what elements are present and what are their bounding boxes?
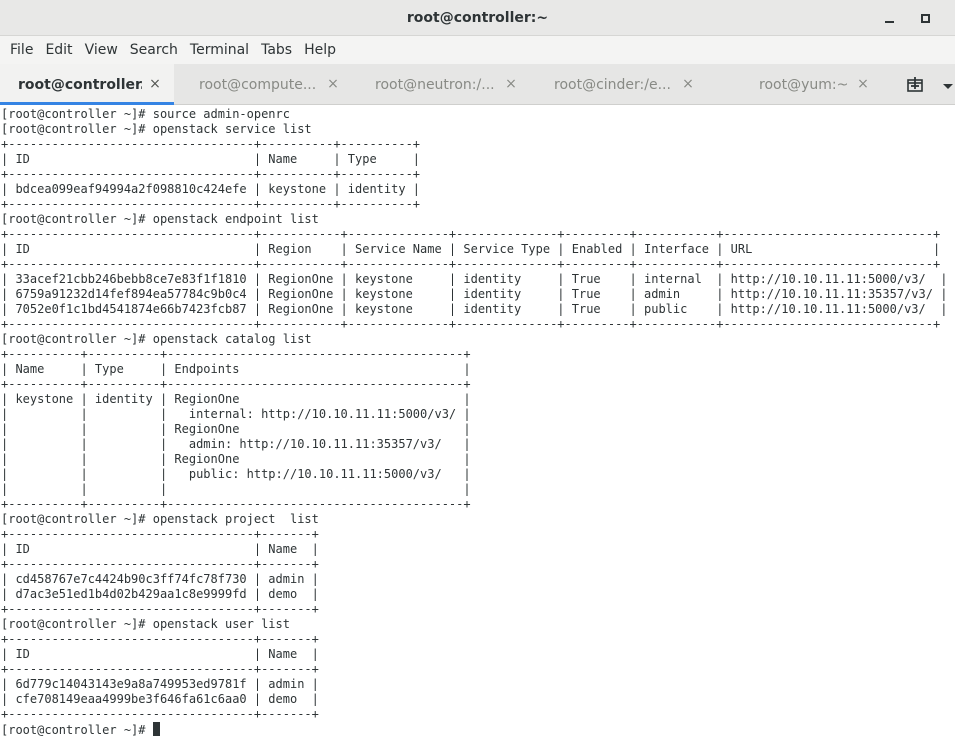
terminal-line: +----------+----------+-----------------…: [1, 377, 471, 391]
terminal-line: [root@controller ~]# openstack catalog l…: [1, 332, 312, 346]
terminal-line: +----------------------------------+----…: [1, 602, 319, 616]
terminal-line: +----------------------------------+----…: [1, 527, 319, 541]
terminal-line: +----------+----------+-----------------…: [1, 497, 471, 511]
close-icon: ×: [327, 76, 339, 92]
close-icon: ×: [682, 76, 694, 92]
menu-edit[interactable]: Edit: [39, 36, 78, 64]
menu-file[interactable]: File: [4, 36, 39, 64]
terminal-line: | | | public: http://10.10.11.11:5000/v3…: [1, 467, 471, 481]
terminal-line: | | | admin: http://10.10.11.11:35357/v3…: [1, 437, 471, 451]
tab-cinder[interactable]: root@cinder:/e... ×: [527, 64, 703, 105]
terminal-line: +----------+----------+-----------------…: [1, 347, 471, 361]
tab-neutron[interactable]: root@neutron:/... ×: [349, 64, 527, 105]
tab-label: root@neutron:/...: [375, 76, 495, 93]
terminal-line: | ID | Region | Service Name | Service T…: [1, 242, 941, 256]
terminal-line: | d7ac3e51ed1b4d02b429aa1c8e9999fd | dem…: [1, 587, 319, 601]
window-title: root@controller:~: [406, 10, 549, 26]
tab-close-button[interactable]: ×: [680, 76, 696, 92]
scrollbar[interactable]: [948, 106, 955, 745]
terminal-line: | cd458767e7c4424b90c3ff74fc78f730 | adm…: [1, 572, 319, 586]
terminal-line: | Name | Type | Endpoints |: [1, 362, 471, 376]
terminal-line: [root@controller ~]# openstack service l…: [1, 122, 312, 136]
menu-help[interactable]: Help: [298, 36, 342, 64]
tab-compute[interactable]: root@compute... ×: [174, 64, 349, 105]
tab-label: root@controller...: [18, 76, 142, 93]
tab-close-button[interactable]: ×: [855, 76, 871, 92]
terminal-line: | 6759a91232d14fef894ea57784c9b0c4 | Reg…: [1, 287, 948, 301]
terminal-line: +----------------------------------+----…: [1, 632, 319, 646]
tab-close-button[interactable]: ×: [147, 76, 163, 92]
terminal-line: +----------------------------------+----…: [1, 227, 941, 241]
terminal-line: +----------------------------------+----…: [1, 662, 319, 676]
terminal-line: | 7052e0f1c1bd4541874e66b7423fcb87 | Reg…: [1, 302, 948, 316]
close-icon: ×: [505, 76, 517, 92]
maximize-button[interactable]: [913, 6, 937, 30]
terminal-prompt: [root@controller ~]#: [1, 723, 153, 737]
menu-terminal[interactable]: Terminal: [184, 36, 255, 64]
tab-close-button[interactable]: ×: [325, 76, 341, 92]
tab-label: root@yum:~: [759, 76, 849, 93]
tab-menu-button[interactable]: [941, 78, 955, 92]
terminal-line: | | | internal: http://10.10.11.11:5000/…: [1, 407, 471, 421]
terminal-line: | 33acef21cbb246bebb8ce7e83f1f1810 | Reg…: [1, 272, 948, 286]
menu-bar: File Edit View Search Terminal Tabs Help: [0, 36, 955, 64]
menu-search[interactable]: Search: [124, 36, 184, 64]
close-icon: ×: [149, 76, 161, 92]
minimize-button[interactable]: [877, 6, 901, 30]
terminal-line: +----------------------------------+----…: [1, 317, 941, 331]
terminal-line: | 6d779c14043143e9a8a749953ed9781f | adm…: [1, 677, 319, 691]
terminal-window: root@controller:~ File Edit View Search …: [0, 0, 955, 745]
terminal-line: [root@controller ~]# source admin-openrc: [1, 107, 290, 121]
terminal-line: [root@controller ~]# openstack user list: [1, 617, 290, 631]
terminal-line: | bdcea099eaf94994a2f098810c424efe | key…: [1, 182, 421, 196]
terminal-prompt-line[interactable]: [root@controller ~]#: [1, 722, 947, 737]
terminal-line: | ID | Name |: [1, 542, 319, 556]
new-tab-button[interactable]: [903, 74, 929, 96]
terminal-line: +----------------------------------+----…: [1, 167, 421, 181]
terminal-line: +----------------------------------+----…: [1, 557, 319, 571]
tab-yum[interactable]: root@yum:~ ×: [703, 64, 878, 105]
terminal-line: | | | |: [1, 482, 471, 496]
terminal-line: [root@controller ~]# openstack project l…: [1, 512, 319, 526]
terminal-output: [root@controller ~]# source admin-openrc…: [1, 107, 947, 737]
tab-close-button[interactable]: ×: [503, 76, 519, 92]
title-bar[interactable]: root@controller:~: [0, 0, 955, 36]
terminal-line: +----------------------------------+----…: [1, 137, 421, 151]
terminal-line: +----------------------------------+----…: [1, 197, 421, 211]
maximize-icon: [920, 13, 930, 23]
terminal-line: +----------------------------------+----…: [1, 257, 941, 271]
text-cursor: [152, 722, 160, 736]
terminal-line: +----------------------------------+----…: [1, 707, 319, 721]
terminal-line: | keystone | identity | RegionOne |: [1, 392, 471, 406]
close-icon: ×: [857, 76, 869, 92]
menu-tabs[interactable]: Tabs: [255, 36, 298, 64]
terminal-line: | ID | Name | Type |: [1, 152, 421, 166]
tab-bar: root@controller... × root@compute... × r…: [0, 64, 955, 105]
tab-label: root@cinder:/e...: [554, 76, 671, 93]
chevron-down-icon: [943, 84, 953, 89]
terminal-line: | cfe708149eaa4999be3f646fa61c6aa0 | dem…: [1, 692, 319, 706]
terminal-view[interactable]: [root@controller ~]# source admin-openrc…: [0, 106, 955, 745]
terminal-line: | ID | Name |: [1, 647, 319, 661]
terminal-line: | | | RegionOne |: [1, 452, 471, 466]
minimize-icon: [884, 21, 894, 23]
new-tab-icon: [907, 77, 923, 92]
terminal-line: [root@controller ~]# openstack endpoint …: [1, 212, 319, 226]
tab-controller[interactable]: root@controller... ×: [0, 64, 174, 105]
menu-view[interactable]: View: [79, 36, 124, 64]
tab-label: root@compute...: [199, 76, 317, 93]
terminal-line: | | | RegionOne |: [1, 422, 471, 436]
